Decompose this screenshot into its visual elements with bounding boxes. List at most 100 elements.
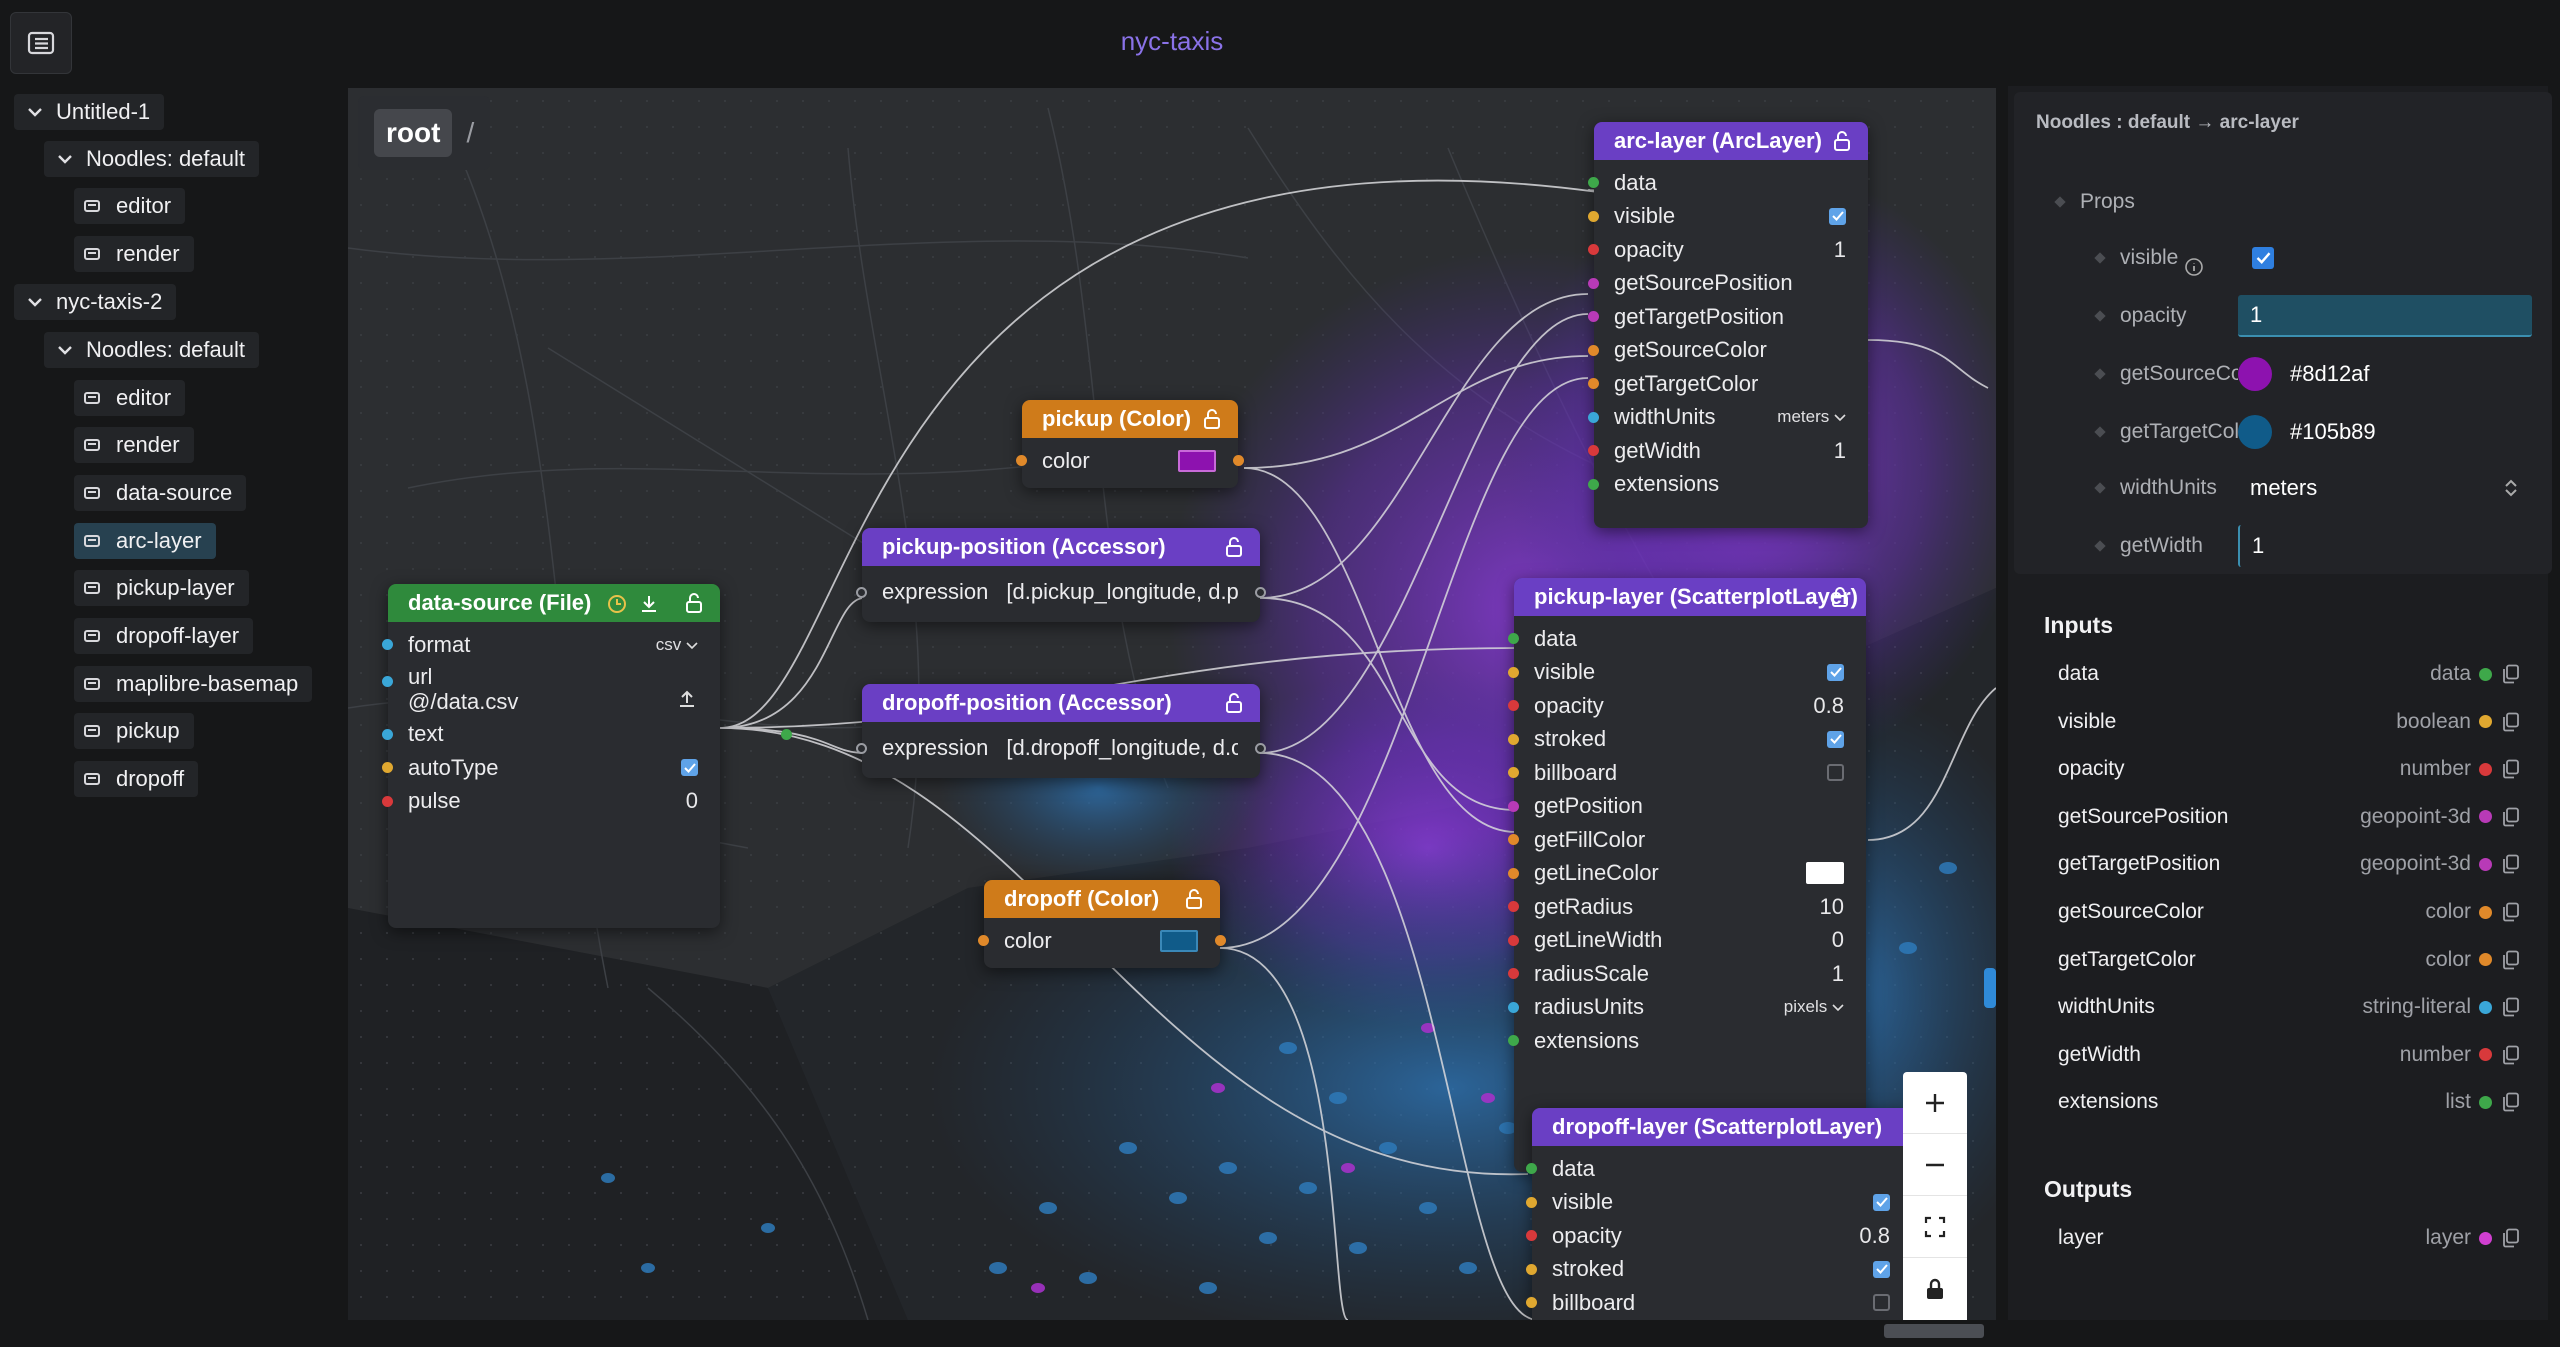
port-dot[interactable] — [1508, 767, 1519, 779]
port-getradius[interactable]: getRadius 10 — [1508, 890, 1866, 924]
target-color-swatch[interactable] — [2238, 415, 2272, 449]
tree-item-dropoff-layer[interactable]: dropoff-layer — [74, 618, 254, 654]
widthunits-select[interactable]: meters — [1777, 407, 1846, 427]
port-extensions[interactable]: extensions — [1588, 468, 1868, 502]
port-dot[interactable] — [382, 675, 393, 687]
port-dot[interactable] — [1508, 1035, 1519, 1047]
tree-item-arc-layer[interactable]: arc-layer — [74, 523, 216, 559]
tree-item-pickup[interactable]: pickup — [74, 713, 194, 749]
expression-input[interactable]: [d.dropoff_longitude, d.c — [1006, 735, 1238, 761]
port-stroked[interactable]: stroked — [1508, 723, 1866, 757]
copy-icon[interactable] — [2502, 664, 2520, 684]
node-data-source[interactable]: data-source (File) format csv url @/data.… — [382, 584, 792, 928]
node-header[interactable]: arc-layer (ArcLayer) — [1594, 122, 1868, 160]
tree-item-nyc-taxis-2[interactable]: nyc-taxis-2 — [14, 284, 177, 320]
port-dot[interactable] — [856, 586, 867, 598]
port-dot[interactable] — [1526, 1163, 1537, 1175]
port-dot[interactable] — [1588, 378, 1599, 390]
target-color-hex[interactable]: #105b89 — [2290, 419, 2376, 445]
port-dot[interactable] — [1508, 968, 1519, 980]
port-dot[interactable] — [1588, 344, 1599, 356]
tree-item-noodles-default-1[interactable]: Noodles: default — [44, 141, 259, 177]
unlock-icon[interactable] — [1224, 536, 1244, 558]
port-getsourceposition[interactable]: getSourcePosition — [1588, 267, 1868, 301]
tree-item-data-source[interactable]: data-source — [74, 475, 247, 511]
port-expression[interactable]: expression [d.pickup_longitude, d.p — [856, 572, 1266, 612]
port-color[interactable]: color — [978, 924, 1226, 958]
port-dot[interactable] — [382, 639, 393, 651]
tree-item-noodles-default-2[interactable]: Noodles: default — [44, 332, 259, 368]
port-dot[interactable] — [1526, 1263, 1537, 1275]
port-opacity[interactable]: opacity 0.8 — [1508, 689, 1866, 723]
output-port-dot[interactable] — [781, 728, 792, 740]
port-dot[interactable] — [382, 728, 393, 740]
node-arc-layer[interactable]: arc-layer (ArcLayer) data visible opacity 1… — [1588, 122, 1868, 528]
port-dot[interactable] — [1508, 867, 1519, 879]
getlinewidth-value[interactable]: 0 — [1832, 927, 1844, 953]
color-swatch[interactable] — [1160, 929, 1198, 952]
port-dot[interactable] — [1526, 1196, 1537, 1208]
port-dot[interactable] — [1588, 311, 1599, 323]
port-gettargetposition[interactable]: getTargetPosition — [1588, 300, 1868, 334]
port-getposition[interactable]: getPosition — [1508, 790, 1866, 824]
fit-view-button[interactable] — [1903, 1196, 1967, 1259]
stroked-checkbox[interactable] — [1873, 1260, 1890, 1278]
port-radiusunits[interactable]: radiusUnits pixels — [1508, 991, 1866, 1025]
unlock-icon[interactable] — [1202, 408, 1222, 430]
stroked-checkbox[interactable] — [1827, 730, 1844, 748]
port-dot[interactable] — [1508, 733, 1519, 745]
port-autotype[interactable]: autoType — [382, 751, 720, 785]
tree-item-untitled-1[interactable]: Untitled-1 — [14, 94, 165, 130]
tree-item-dropoff[interactable]: dropoff — [74, 761, 199, 797]
port-dot[interactable] — [1508, 633, 1519, 645]
copy-icon[interactable] — [2502, 1092, 2520, 1112]
canvas-scrollbar[interactable] — [348, 1320, 1996, 1347]
opacity-value[interactable]: 0.8 — [1813, 693, 1844, 719]
visible-checkbox[interactable] — [1827, 663, 1844, 681]
radiusscale-value[interactable]: 1 — [1832, 961, 1844, 987]
port-dot[interactable] — [1508, 1001, 1519, 1013]
port-dot[interactable] — [1588, 411, 1599, 423]
source-color-hex[interactable]: #8d12af — [2290, 361, 2370, 387]
node-dropoff-layer[interactable]: dropoff-layer (ScatterplotLayer) data vis… — [1526, 1108, 1912, 1320]
port-visible[interactable]: visible — [1526, 1186, 1912, 1220]
port-visible[interactable]: visible — [1508, 656, 1866, 690]
tree-item-editor-2[interactable]: editor — [74, 380, 186, 416]
node-pickup-position[interactable]: pickup-position (Accessor) expression [d… — [856, 528, 1266, 622]
zoom-out-button[interactable] — [1903, 1134, 1967, 1197]
port-stroked[interactable]: stroked — [1526, 1253, 1912, 1287]
pulse-value[interactable]: 0 — [686, 788, 698, 814]
unlock-icon[interactable] — [1832, 130, 1852, 152]
port-dot[interactable] — [1588, 177, 1599, 189]
port-url[interactable]: url @/data.csv — [382, 662, 720, 718]
props-section-header[interactable]: Props — [2054, 182, 2536, 222]
autotype-checkbox[interactable] — [681, 759, 698, 777]
unlock-icon[interactable] — [1224, 692, 1244, 714]
opacity-value[interactable]: 0.8 — [1859, 1223, 1890, 1249]
port-gettargetcolor[interactable]: getTargetColor — [1588, 367, 1868, 401]
tree-item-render-2[interactable]: render — [74, 427, 194, 463]
scrollbar-thumb[interactable] — [1884, 1324, 1984, 1338]
copy-icon[interactable] — [2502, 950, 2520, 970]
source-color-swatch[interactable] — [2238, 357, 2272, 391]
port-dot[interactable] — [382, 762, 393, 774]
node-dropoff-position[interactable]: dropoff-position (Accessor) expression [… — [856, 684, 1266, 778]
port-dot[interactable] — [1526, 1297, 1537, 1309]
copy-icon[interactable] — [2502, 759, 2520, 779]
node-header[interactable]: pickup (Color) — [1022, 400, 1238, 438]
radiusunits-select[interactable]: pixels — [1784, 997, 1844, 1017]
upload-icon[interactable] — [676, 688, 698, 710]
port-billboard[interactable]: billboard — [1508, 756, 1866, 790]
zoom-in-button[interactable] — [1903, 1072, 1967, 1135]
port-extensions[interactable]: extensions — [1508, 1024, 1866, 1058]
port-dot[interactable] — [1588, 210, 1599, 222]
port-getlinewidth[interactable]: getLineWidth 0 — [1508, 924, 1866, 958]
port-getsourcecolor[interactable]: getSourceColor — [1588, 334, 1868, 368]
breadcrumb-root[interactable]: root — [374, 109, 453, 157]
port-text[interactable]: text — [382, 718, 792, 752]
copy-icon[interactable] — [2502, 997, 2520, 1017]
copy-icon[interactable] — [2502, 712, 2520, 732]
port-data[interactable]: data — [1508, 622, 1866, 656]
url-input[interactable]: @/data.csv — [408, 689, 518, 714]
port-dot[interactable] — [1588, 277, 1599, 289]
